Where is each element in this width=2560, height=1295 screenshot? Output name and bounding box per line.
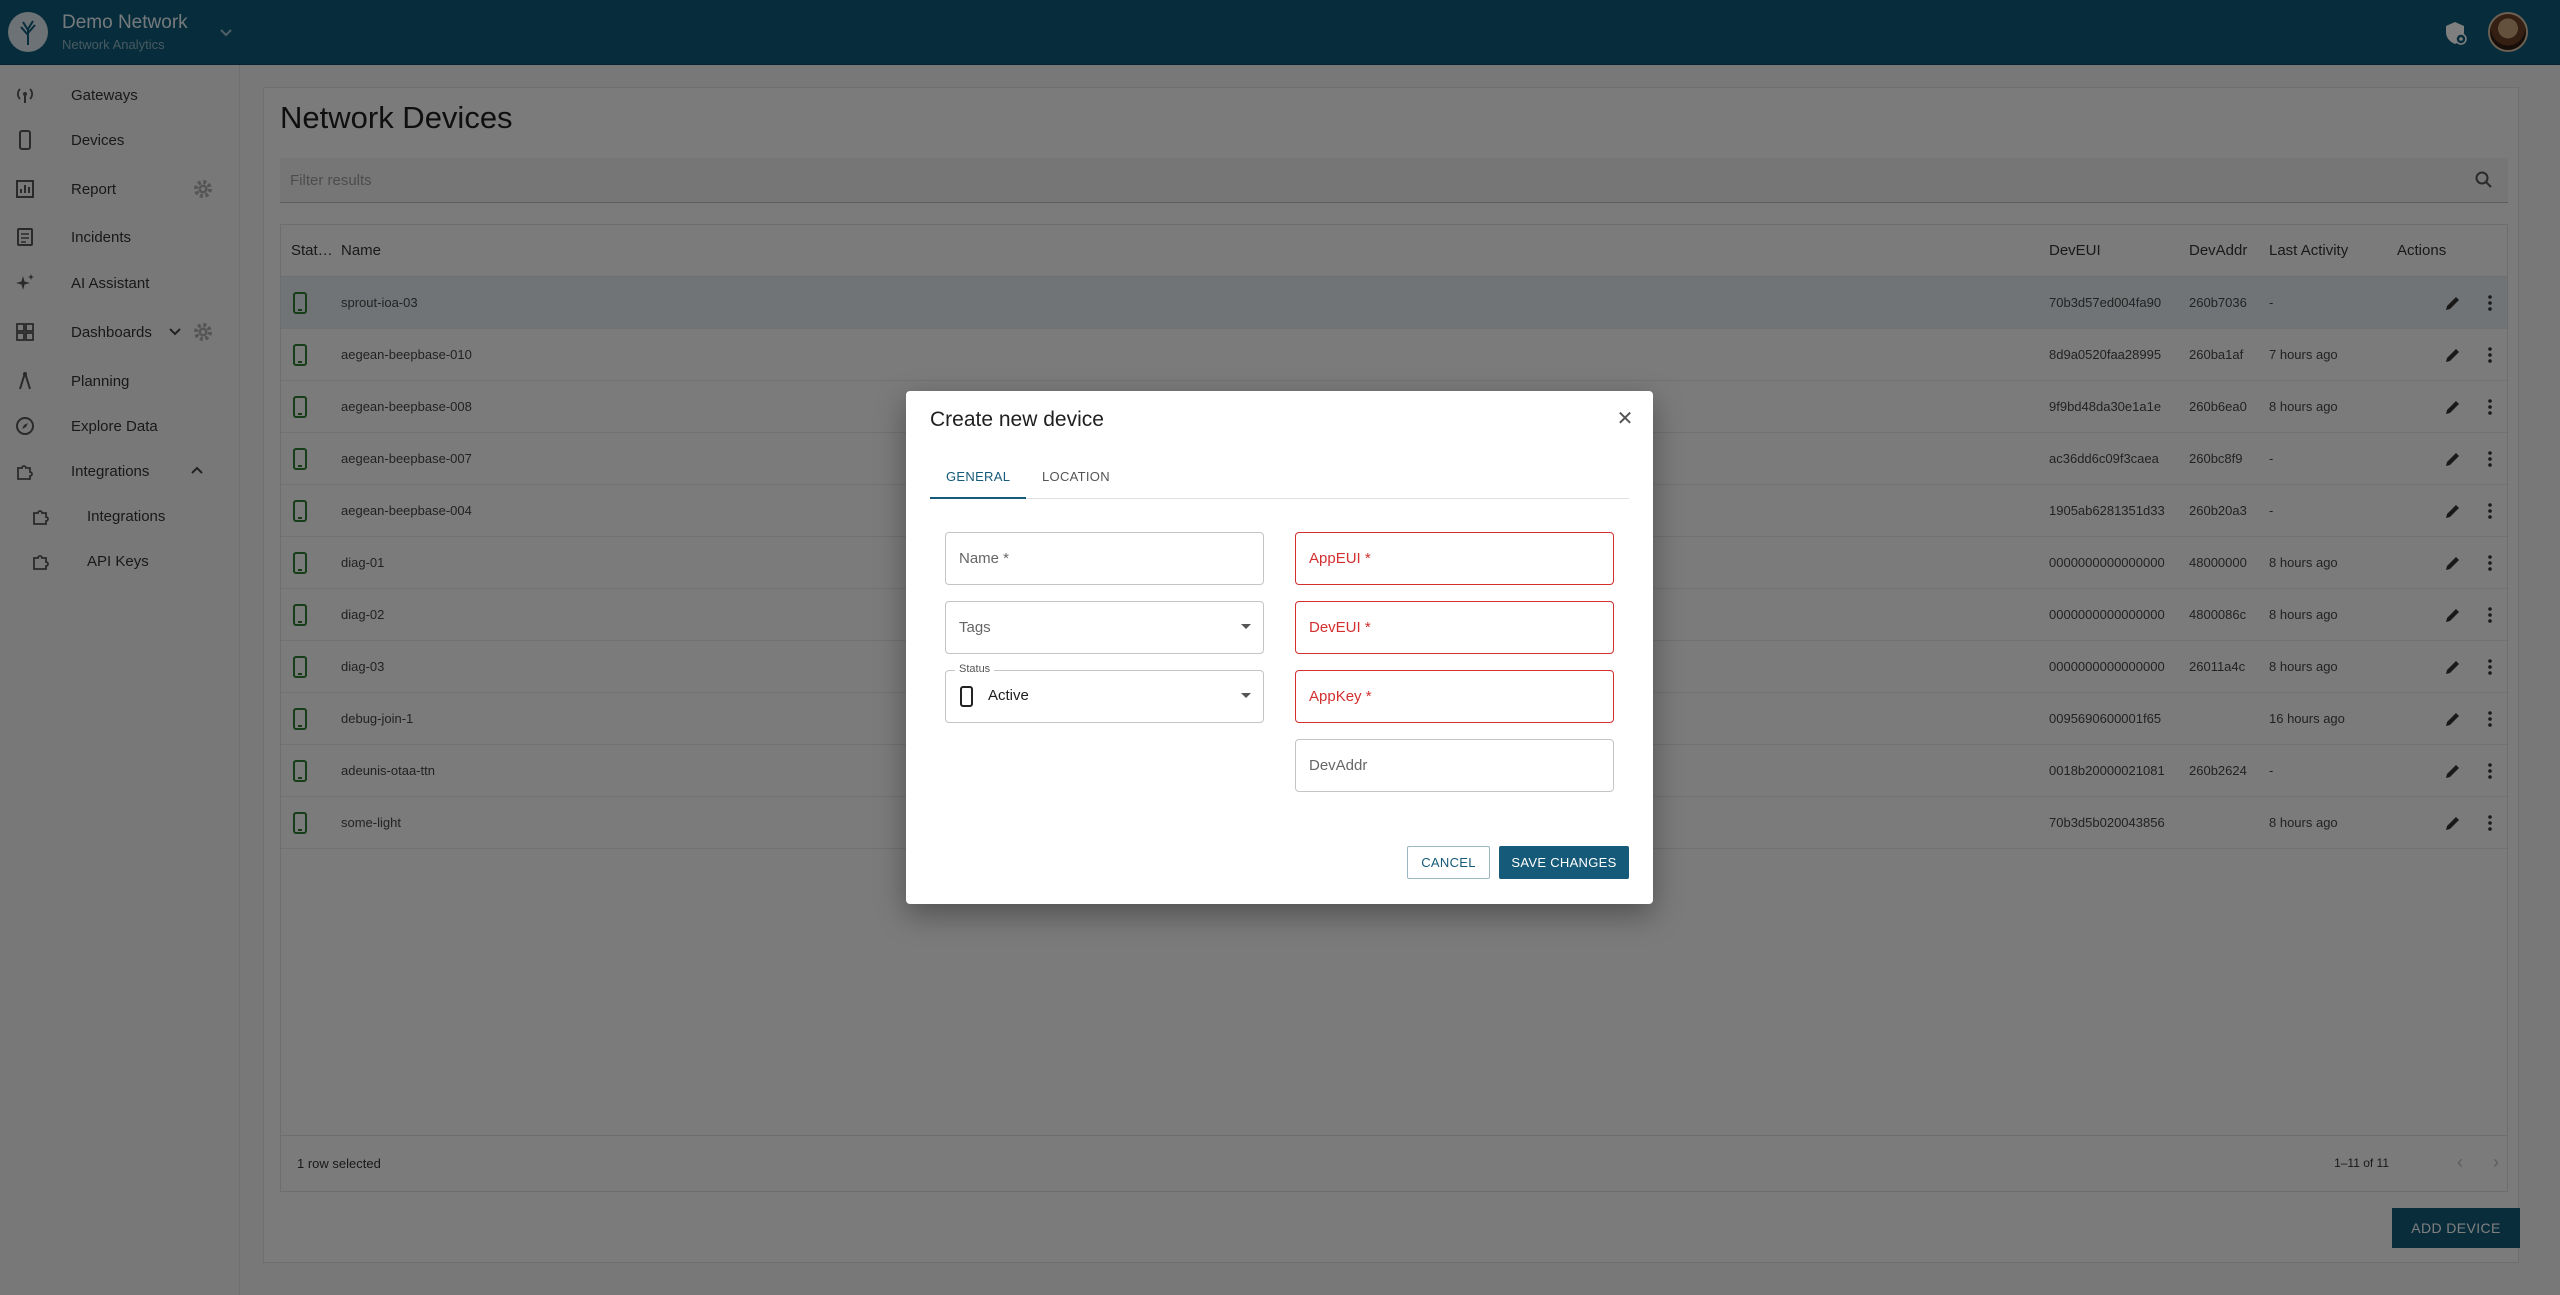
tab-general[interactable]: GENERAL: [930, 455, 1027, 499]
cancel-button[interactable]: CANCEL: [1407, 846, 1490, 879]
appeui-field-label: AppEUI *: [1309, 550, 1371, 567]
save-changes-button[interactable]: SAVE CHANGES: [1499, 846, 1629, 879]
status-value: Active: [988, 687, 1029, 704]
close-icon[interactable]: ✕: [1613, 407, 1637, 431]
devaddr-field[interactable]: DevAddr: [1295, 739, 1614, 792]
appeui-field[interactable]: AppEUI *: [1295, 532, 1614, 585]
status-select[interactable]: Status Active: [945, 663, 1264, 723]
device-icon: [960, 686, 973, 707]
deveui-field-label: DevEUI *: [1309, 619, 1371, 636]
tab-location[interactable]: LOCATION: [1026, 455, 1126, 499]
name-field[interactable]: Name *: [945, 532, 1264, 585]
create-device-dialog: Create new device ✕ GENERAL LOCATION Nam…: [906, 391, 1653, 904]
appkey-field-label: AppKey *: [1309, 688, 1372, 705]
dialog-title: Create new device: [930, 408, 1104, 431]
deveui-field[interactable]: DevEUI *: [1295, 601, 1614, 654]
dialog-tabs: GENERAL LOCATION: [930, 455, 1629, 499]
devaddr-field-label: DevAddr: [1309, 757, 1368, 774]
tags-field-label: Tags: [959, 619, 991, 636]
appkey-field[interactable]: AppKey *: [1295, 670, 1614, 723]
dropdown-arrow-icon: [1241, 693, 1251, 698]
status-field-label: Status: [955, 663, 995, 675]
tags-select[interactable]: Tags: [945, 601, 1264, 654]
dropdown-arrow-icon: [1241, 624, 1251, 629]
name-field-label: Name *: [959, 550, 1010, 567]
